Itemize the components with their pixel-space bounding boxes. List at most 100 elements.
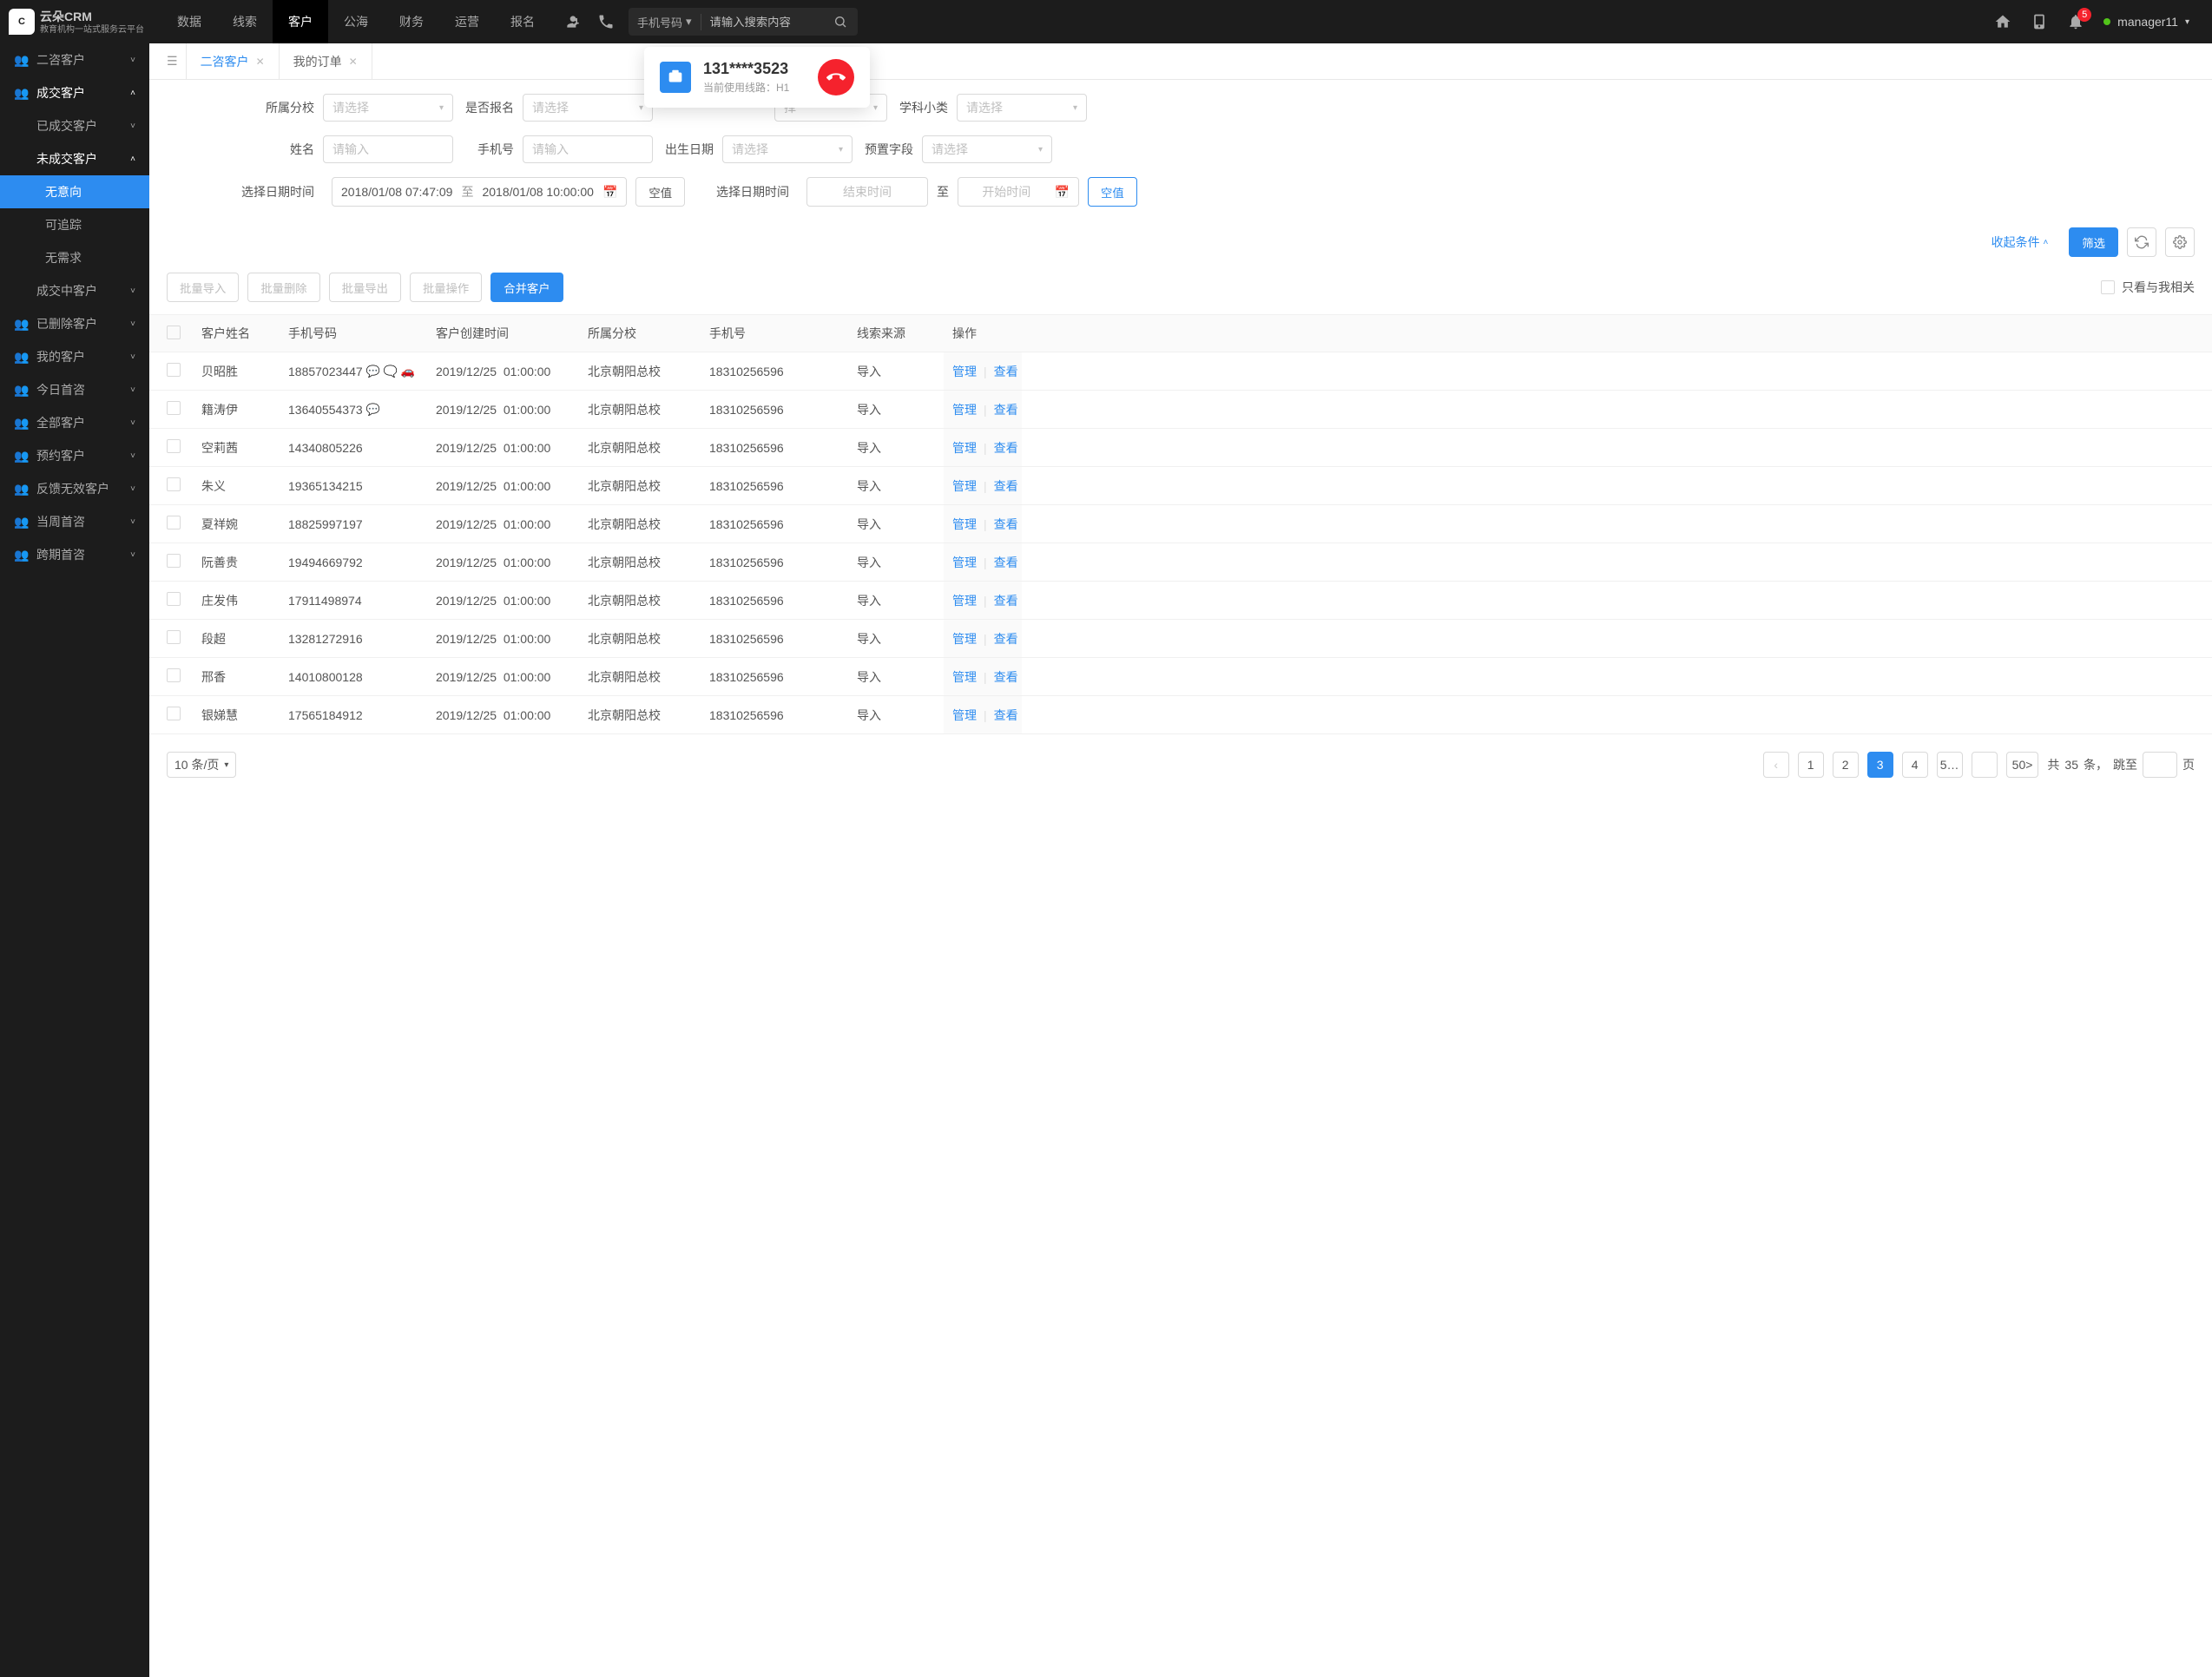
page-button[interactable]: 1 xyxy=(1798,752,1824,778)
nav-item-4[interactable]: 财务 xyxy=(384,0,439,43)
text-input[interactable] xyxy=(332,142,444,156)
view-link[interactable]: 查看 xyxy=(994,477,1018,495)
close-icon[interactable]: ✕ xyxy=(256,56,265,68)
sidebar-item[interactable]: 可追踪 xyxy=(0,208,149,241)
page-button[interactable]: 2 xyxy=(1833,752,1859,778)
view-link[interactable]: 查看 xyxy=(994,401,1018,418)
search-input[interactable] xyxy=(701,16,823,29)
row-checkbox[interactable] xyxy=(167,363,181,377)
view-link[interactable]: 查看 xyxy=(994,707,1018,724)
page-button[interactable]: 50> xyxy=(2006,752,2039,778)
sidebar-item[interactable]: 未成交客户˄ xyxy=(0,142,149,175)
page-button[interactable]: 3 xyxy=(1867,752,1893,778)
page-button[interactable]: 5… xyxy=(1937,752,1963,778)
view-link[interactable]: 查看 xyxy=(994,516,1018,533)
view-link[interactable]: 查看 xyxy=(994,554,1018,571)
manage-link[interactable]: 管理 xyxy=(952,401,977,418)
row-checkbox[interactable] xyxy=(167,707,181,720)
nav-item-5[interactable]: 运营 xyxy=(439,0,495,43)
nav-item-3[interactable]: 公海 xyxy=(328,0,384,43)
sidebar-item[interactable]: 👥反馈无效客户˅ xyxy=(0,472,149,505)
sidebar-item[interactable]: 👥二咨客户˅ xyxy=(0,43,149,76)
sidebar-item[interactable]: 👥今日首咨˅ xyxy=(0,373,149,406)
bulk-import-button[interactable]: 批量导入 xyxy=(167,273,239,302)
page-button[interactable] xyxy=(1972,752,1998,778)
tab[interactable]: 二咨客户✕ xyxy=(186,43,280,80)
empty-value-button-2[interactable]: 空值 xyxy=(1088,177,1137,207)
only-mine-toggle[interactable]: 只看与我相关 xyxy=(2101,279,2195,296)
row-checkbox[interactable] xyxy=(167,554,181,568)
manage-link[interactable]: 管理 xyxy=(952,477,977,495)
bulk-delete-button[interactable]: 批量删除 xyxy=(247,273,319,302)
manage-link[interactable]: 管理 xyxy=(952,668,977,686)
empty-value-button-1[interactable]: 空值 xyxy=(635,177,685,207)
sidebar-item[interactable]: 👥当周首咨˅ xyxy=(0,505,149,538)
user-menu[interactable]: manager11 ▾ xyxy=(2103,15,2189,29)
home-icon[interactable] xyxy=(1994,13,2011,30)
notification-icon[interactable]: 5 xyxy=(2067,13,2084,30)
settings-icon[interactable] xyxy=(2165,227,2195,257)
search-icon[interactable] xyxy=(823,15,858,29)
collapse-filters-button[interactable]: 收起条件 ˄ xyxy=(1979,227,2061,257)
search-type-select[interactable]: 手机号码 ▾ xyxy=(629,14,701,30)
sidebar-item[interactable]: 👥已删除客户˅ xyxy=(0,307,149,340)
view-link[interactable]: 查看 xyxy=(994,363,1018,380)
close-icon[interactable]: ✕ xyxy=(349,56,358,68)
sidebar-item[interactable]: 👥全部客户˅ xyxy=(0,406,149,439)
merge-customers-button[interactable]: 合并客户 xyxy=(490,273,563,302)
row-checkbox[interactable] xyxy=(167,477,181,491)
sidebar-item[interactable]: 👥成交客户˄ xyxy=(0,76,149,109)
filter-button[interactable]: 筛选 xyxy=(2069,227,2118,257)
row-checkbox[interactable] xyxy=(167,439,181,453)
manage-link[interactable]: 管理 xyxy=(952,363,977,380)
sidebar-item[interactable]: 👥我的客户˅ xyxy=(0,340,149,373)
select[interactable]: 请选择▾ xyxy=(323,94,453,122)
nav-item-0[interactable]: 数据 xyxy=(161,0,217,43)
manage-link[interactable]: 管理 xyxy=(952,707,977,724)
view-link[interactable]: 查看 xyxy=(994,439,1018,457)
select-all-checkbox[interactable] xyxy=(167,326,181,339)
manage-link[interactable]: 管理 xyxy=(952,592,977,609)
select[interactable]: 请选择▾ xyxy=(722,135,853,163)
view-link[interactable]: 查看 xyxy=(994,630,1018,648)
date-end-input[interactable]: 结束时间 xyxy=(806,177,928,207)
manage-link[interactable]: 管理 xyxy=(952,439,977,457)
date-range-1[interactable]: 2018/01/08 07:47:09 至 2018/01/08 10:00:0… xyxy=(332,177,627,207)
sidebar-item[interactable]: 无需求 xyxy=(0,241,149,274)
add-user-icon[interactable] xyxy=(564,13,582,30)
mobile-icon[interactable] xyxy=(2031,13,2048,30)
sidebar-item[interactable]: 👥预约客户˅ xyxy=(0,439,149,472)
row-checkbox[interactable] xyxy=(167,516,181,529)
bulk-operate-button[interactable]: 批量操作 xyxy=(410,273,482,302)
row-checkbox[interactable] xyxy=(167,668,181,682)
page-button[interactable]: 4 xyxy=(1902,752,1928,778)
sidebar-item[interactable]: 无意向 xyxy=(0,175,149,208)
bulk-export-button[interactable]: 批量导出 xyxy=(329,273,401,302)
sidebar-item[interactable]: 👥跨期首咨˅ xyxy=(0,538,149,571)
manage-link[interactable]: 管理 xyxy=(952,554,977,571)
sidebar-item[interactable]: 已成交客户˅ xyxy=(0,109,149,142)
select[interactable]: 请选择▾ xyxy=(523,94,653,122)
dial-icon[interactable] xyxy=(597,13,615,30)
nav-item-1[interactable]: 线索 xyxy=(217,0,273,43)
logo[interactable]: C 云朵CRM 教育机构一站式服务云平台 xyxy=(9,8,161,36)
view-link[interactable]: 查看 xyxy=(994,592,1018,609)
hangup-button[interactable] xyxy=(818,59,854,95)
prev-page-button[interactable]: ‹ xyxy=(1763,752,1789,778)
row-checkbox[interactable] xyxy=(167,401,181,415)
select[interactable]: 请选择▾ xyxy=(957,94,1087,122)
sidebar-item[interactable]: 成交中客户˅ xyxy=(0,274,149,307)
manage-link[interactable]: 管理 xyxy=(952,630,977,648)
date-start-input[interactable]: 开始时间 📅 xyxy=(958,177,1079,207)
row-checkbox[interactable] xyxy=(167,630,181,644)
tab[interactable]: 我的订单✕ xyxy=(279,43,372,80)
page-size-select[interactable]: 10 条/页 ▾ xyxy=(167,752,236,778)
menu-toggle-icon[interactable]: ☰ xyxy=(158,54,187,69)
nav-item-6[interactable]: 报名 xyxy=(495,0,550,43)
view-link[interactable]: 查看 xyxy=(994,668,1018,686)
select[interactable]: 请选择▾ xyxy=(922,135,1052,163)
text-input[interactable] xyxy=(532,142,643,156)
page-jump-input[interactable] xyxy=(2143,752,2177,778)
manage-link[interactable]: 管理 xyxy=(952,516,977,533)
refresh-icon[interactable] xyxy=(2127,227,2156,257)
